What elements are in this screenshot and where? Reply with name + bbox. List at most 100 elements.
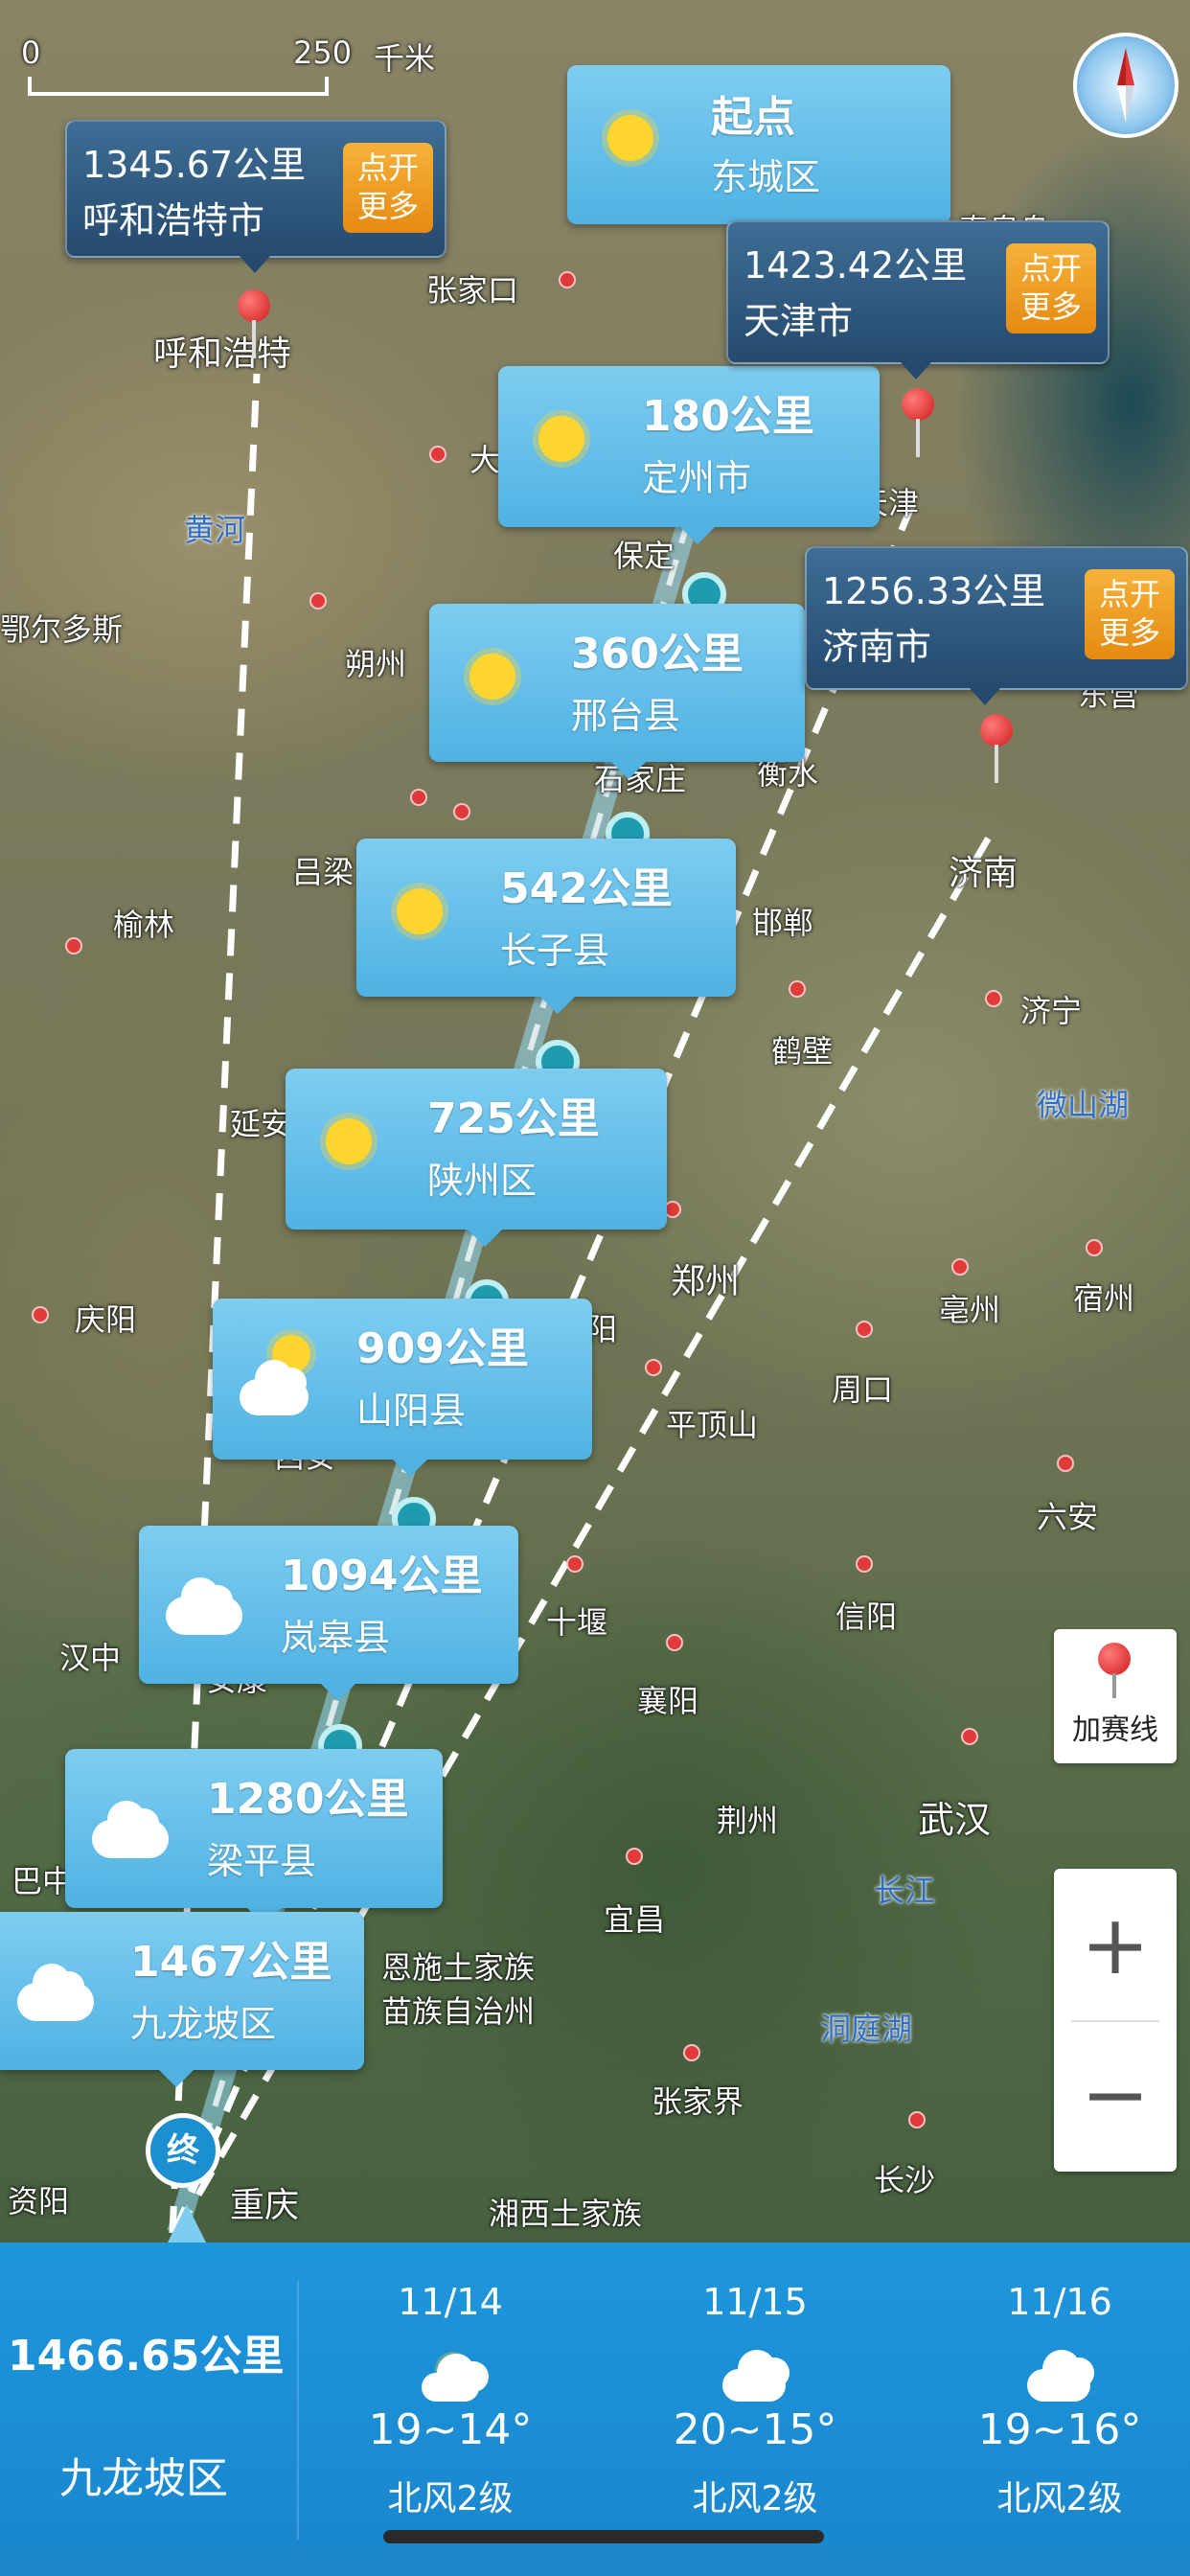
destination-distance: 1423.42公里 bbox=[744, 244, 968, 287]
destination-pin[interactable] bbox=[238, 289, 270, 358]
waypoint-callout[interactable]: 1280公里 梁平县 bbox=[65, 1749, 443, 1925]
compass-icon[interactable] bbox=[1073, 33, 1179, 138]
more-button[interactable]: 点开 更多 bbox=[1085, 569, 1175, 659]
city-dot bbox=[626, 1848, 643, 1865]
city-dot bbox=[453, 803, 470, 820]
forecast-panel: 1466.65公里 九龙坡区 11/14 19~14° 北风2级 11/15 2… bbox=[0, 2242, 1190, 2576]
forecast-temp: 19~14° bbox=[368, 2405, 533, 2454]
destination-pin[interactable] bbox=[902, 388, 934, 457]
waypoint-place: 陕州区 bbox=[427, 1160, 538, 1202]
waypoint-place: 长子县 bbox=[500, 930, 610, 972]
city-dot bbox=[951, 1258, 969, 1276]
city-dot bbox=[1057, 1455, 1074, 1472]
pin-stem bbox=[1112, 1673, 1116, 1698]
forecast-wind: 北风2级 bbox=[387, 2479, 514, 2518]
destination-place: 济南市 bbox=[822, 626, 932, 668]
waypoint-callout[interactable]: 1094公里 岚皋县 bbox=[139, 1526, 518, 1701]
map-label: 黄河 bbox=[184, 512, 246, 548]
more-button[interactable]: 点开 更多 bbox=[343, 143, 433, 233]
map-label: 鹤壁 bbox=[771, 1033, 834, 1070]
map-label: 十堰 bbox=[546, 1604, 608, 1641]
destination-callout[interactable]: 1256.33公里 济南市 点开 更多 bbox=[805, 546, 1188, 705]
callout-tail bbox=[468, 1230, 502, 1247]
forecast-day[interactable]: 11/15 20~15° 北风2级 bbox=[640, 2281, 870, 2518]
waypoint-callout[interactable]: 542公里 长子县 bbox=[356, 839, 736, 1014]
city-dot bbox=[429, 446, 446, 463]
waypoint-distance: 1467公里 bbox=[130, 1938, 332, 1987]
waypoint-callout[interactable]: 180公里 定州市 bbox=[498, 366, 880, 544]
map-label: 周口 bbox=[832, 1371, 894, 1408]
zoom-in-button[interactable]: + bbox=[1054, 1878, 1177, 2012]
waypoint-callout[interactable]: 909公里 山阳县 bbox=[213, 1299, 592, 1477]
map-label: 济宁 bbox=[1020, 993, 1083, 1029]
destination-name: 九龙坡区 bbox=[59, 2454, 228, 2503]
waypoint-callout[interactable]: 725公里 陕州区 bbox=[286, 1069, 667, 1247]
map-label: 鄂尔多斯 bbox=[0, 611, 124, 648]
map-label: 湘西土家族 bbox=[489, 2196, 643, 2232]
city-dot bbox=[32, 1306, 49, 1323]
city-dot bbox=[789, 980, 806, 998]
total-distance: 1466.65公里 bbox=[8, 2332, 285, 2380]
end-marker[interactable]: 终 bbox=[146, 2113, 220, 2188]
callout-tail bbox=[321, 1684, 355, 1701]
cloud-icon bbox=[722, 2350, 790, 2402]
destination-callout[interactable]: 1345.67公里 呼和浩特市 点开 更多 bbox=[65, 120, 446, 273]
city-dot bbox=[666, 1634, 683, 1651]
forecast-day[interactable]: 11/14 19~14° 北风2级 bbox=[335, 2281, 565, 2518]
cloud-icon bbox=[92, 1801, 169, 1858]
callout-tail bbox=[611, 762, 646, 779]
map-label: 长江 bbox=[874, 1873, 936, 1909]
map-label: 吕梁 bbox=[292, 854, 355, 890]
map-label: 长沙 bbox=[874, 2162, 936, 2198]
waypoint-distance: 725公里 bbox=[427, 1094, 600, 1143]
map-label: 平顶山 bbox=[666, 1407, 759, 1443]
city-dot bbox=[559, 271, 576, 288]
forecast-day[interactable]: 11/16 19~16° 北风2级 bbox=[945, 2281, 1175, 2518]
scale-unit: 千米 bbox=[374, 40, 436, 77]
map-screen[interactable]: 呼和浩特 张家口 黄河 大同 天津 保定 朔州 石家庄 衡水 济南 东营 吕梁 … bbox=[0, 0, 1190, 2576]
map-label: 巴中 bbox=[11, 1863, 74, 1899]
map-label: 资阳 bbox=[8, 2183, 70, 2220]
waypoint-callout[interactable]: 1467公里 九龙坡区 bbox=[0, 1912, 364, 2087]
map-label: 延安 bbox=[230, 1106, 292, 1142]
map-label: 张家界 bbox=[652, 2083, 744, 2120]
map-label: 荆州 bbox=[717, 1803, 779, 1839]
waypoint-place: 定州市 bbox=[642, 457, 752, 499]
city-dot bbox=[566, 1555, 584, 1573]
destination-pin[interactable] bbox=[980, 714, 1013, 783]
scale-value: 250 bbox=[293, 34, 353, 71]
waypoint-distance: 909公里 bbox=[356, 1324, 529, 1373]
waypoint-distance: 360公里 bbox=[571, 630, 744, 678]
start-place: 东城区 bbox=[711, 156, 821, 198]
city-dot bbox=[856, 1555, 873, 1573]
city-dot bbox=[410, 789, 427, 806]
add-route-button[interactable]: 加赛线 bbox=[1054, 1629, 1177, 1763]
home-indicator[interactable] bbox=[383, 2530, 824, 2543]
city-dot bbox=[856, 1321, 873, 1338]
zoom-control: + − bbox=[1054, 1869, 1177, 2172]
map-label: 保定 bbox=[613, 538, 675, 574]
destination-distance: 1345.67公里 bbox=[82, 144, 307, 186]
more-button[interactable]: 点开 更多 bbox=[1006, 243, 1096, 334]
callout-tail bbox=[970, 688, 1000, 705]
waypoint-place: 山阳县 bbox=[356, 1390, 467, 1432]
map-label: 信阳 bbox=[835, 1598, 898, 1635]
destination-place: 天津市 bbox=[744, 300, 854, 342]
forecast-temp: 20~15° bbox=[673, 2405, 837, 2454]
callout-tail bbox=[680, 527, 715, 544]
panel-divider bbox=[297, 2281, 299, 2540]
waypoint-callout[interactable]: 360公里 邢台县 bbox=[429, 604, 805, 779]
start-title: 起点 bbox=[711, 93, 795, 142]
destination-callout[interactable]: 1423.42公里 天津市 点开 更多 bbox=[726, 220, 1110, 380]
map-label: 榆林 bbox=[113, 907, 175, 943]
cloud-icon bbox=[422, 2354, 489, 2402]
start-callout[interactable]: 起点 东城区 bbox=[567, 65, 950, 242]
map-label: 襄阳 bbox=[637, 1683, 699, 1719]
scale-zero: 0 bbox=[21, 34, 41, 71]
map-label: 重庆 bbox=[230, 2186, 300, 2225]
cloud-icon bbox=[17, 1964, 94, 2021]
city-dot bbox=[309, 592, 327, 610]
zoom-out-button[interactable]: − bbox=[1054, 2028, 1177, 2162]
map-label: 呼和浩特 bbox=[153, 334, 292, 374]
map-label: 恩施土家族 bbox=[381, 1949, 536, 1986]
